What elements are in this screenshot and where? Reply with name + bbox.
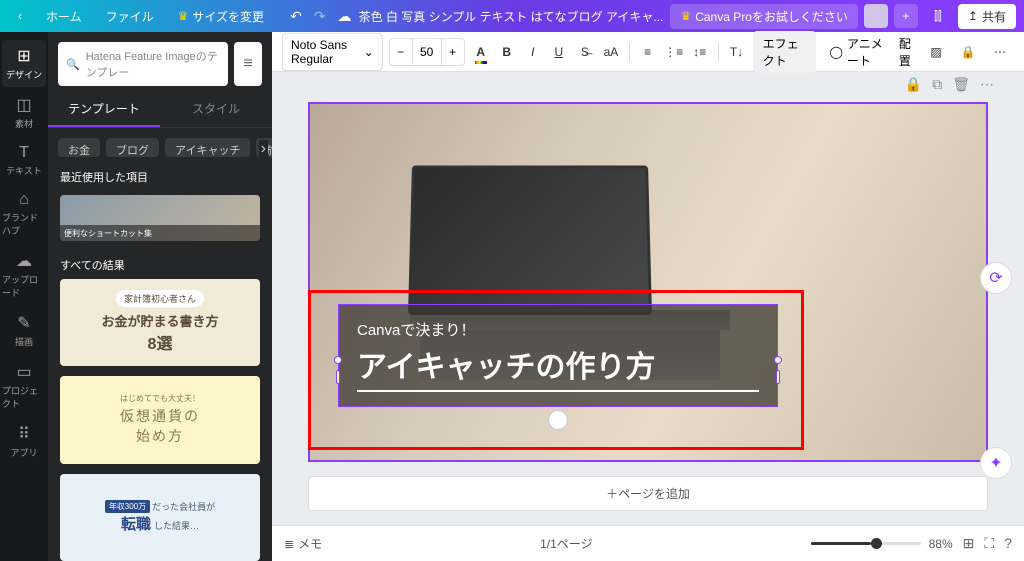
search-input[interactable]: 🔍 Hatena Feature Imageのテンプレー [58,42,228,86]
side-rail: ⊞デザイン◫素材Tテキスト⌂ブランドハブ☁アップロード✎描画▭プロジェクト⠿アプ… [0,32,48,561]
user-avatar[interactable] [864,4,888,28]
template-card[interactable]: 家計簿初心者さん お金が貯まる書き方 8選 [60,279,260,366]
resize-bar-left[interactable] [336,370,340,384]
spacing-button[interactable]: ↕≡ [690,38,710,66]
chip-アイキャッチ[interactable]: アイキャッチ [165,138,250,157]
chip-ブログ[interactable]: ブログ [106,138,159,157]
resize-handle-left[interactable] [334,356,342,364]
italic-button[interactable]: I [523,38,543,66]
text-element[interactable]: Canvaで決まり！ アイキャッチの作り方 ⟳ [338,304,778,407]
position-button[interactable]: 配置 [899,35,916,69]
text-color-button[interactable]: A [471,38,491,66]
template-card[interactable]: はじめてでも大丈夫！ 仮想通貨の 始め方 [60,376,260,463]
rail-アップロード[interactable]: ☁アップロード [2,245,46,305]
font-size-increase[interactable]: + [442,39,464,65]
font-size-decrease[interactable]: − [390,39,412,65]
redo-fab[interactable]: ⟳ [980,262,1012,294]
chip-お金[interactable]: お金 [58,138,100,157]
home-button[interactable]: ホーム [36,4,92,29]
bold-button[interactable]: B [497,38,517,66]
strikethrough-button[interactable]: S̶ [575,38,595,66]
rail-素材[interactable]: ◫素材 [2,89,46,136]
undo-icon[interactable]: ↶ [290,8,302,25]
add-member-button[interactable]: + [894,4,918,28]
page-more-icon[interactable]: ⋯ [980,76,994,93]
templates-panel: 🔍 Hatena Feature Imageのテンプレー ≡ テンプレートスタイ… [48,32,272,561]
analytics-icon[interactable]: ⫿⫿ [924,2,952,30]
zoom-slider[interactable] [811,542,921,545]
font-selector[interactable]: Noto Sans Regular ⌄ [282,33,383,71]
share-button[interactable]: ↥ 共有 [958,4,1016,29]
recent-heading: 最近使用した項目 [48,163,272,191]
fullscreen-icon[interactable]: ⛶ [984,535,994,552]
recent-template[interactable]: 便利なショートカット集 [60,195,260,240]
crown-icon: ♛ [178,9,189,23]
lock-button[interactable]: 🔒 [954,38,982,66]
chips-scroll-right[interactable]: › [259,140,268,158]
rail-ブランドハブ[interactable]: ⌂ブランドハブ [2,185,46,243]
grid-view-icon[interactable]: ⊞ [963,535,975,552]
page-indicator[interactable]: 1/1ページ [322,535,811,552]
text-line-1[interactable]: Canvaで決まり！ [357,319,759,340]
lock-page-icon[interactable]: 🔒 [905,76,922,93]
rail-アプリ[interactable]: ⠿アプリ [2,418,46,465]
text-line-2[interactable]: アイキャッチの作り方 [357,342,759,392]
rail-描画[interactable]: ✎描画 [2,307,46,354]
add-page-button[interactable]: ＋ページを追加 [308,476,988,511]
delete-page-icon[interactable]: 🗑 [952,76,970,93]
back-button[interactable]: ‹ [8,5,32,27]
results-heading: すべての結果 [48,251,272,279]
transparency-button[interactable]: ▨ [922,38,950,66]
rail-デザイン[interactable]: ⊞デザイン [2,40,46,87]
canvas-page[interactable]: Canvaで決まり！ アイキャッチの作り方 ⟳ [308,102,988,462]
rail-プロジェクト[interactable]: ▭プロジェクト [2,356,46,416]
cloud-sync-icon[interactable]: ☁ [338,8,352,25]
animate-button[interactable]: ◯ アニメート [822,31,893,73]
more-button[interactable]: ⋯ [986,38,1014,66]
template-card[interactable]: 年収300万だった会社員が 転職 した結果… [60,474,260,561]
resize-button[interactable]: ♛サイズを変更 [168,4,274,29]
duplicate-page-icon[interactable]: ⧉ [932,76,942,93]
rotate-handle[interactable]: ⟳ [548,410,568,430]
help-icon[interactable]: ? [1004,535,1012,552]
resize-handle-right[interactable] [774,356,782,364]
resize-bar-right[interactable] [776,370,780,384]
magic-fab[interactable]: ✦ [980,447,1012,479]
notes-button[interactable]: ≣ メモ [284,535,322,552]
rail-テキスト[interactable]: Tテキスト [2,138,46,183]
tab-テンプレート[interactable]: テンプレート [48,92,160,127]
try-pro-button[interactable]: ♛Canva Proをお試しください [670,4,857,29]
font-size-input[interactable]: 50 [412,39,442,65]
filter-button[interactable]: ≡ [234,42,262,86]
vertical-text-button[interactable]: T↓ [727,38,747,66]
tab-スタイル[interactable]: スタイル [160,92,272,127]
redo-icon[interactable]: ↷ [314,8,326,25]
underline-button[interactable]: U [549,38,569,66]
crown-icon: ♛ [680,9,691,23]
text-toolbar: Noto Sans Regular ⌄ − 50 + A B I U S̶ aA… [272,32,1024,72]
zoom-value[interactable]: 88% [929,537,953,551]
text-case-button[interactable]: aA [601,38,621,66]
file-menu[interactable]: ファイル [96,4,164,29]
document-title[interactable]: 茶色 白 写真 シンプル テキスト はてなブログ アイキャ... [352,8,671,25]
align-button[interactable]: ≡ [638,38,658,66]
effects-button[interactable]: エフェクト [753,31,816,73]
chevron-down-icon: ⌄ [364,45,374,59]
list-button[interactable]: ⋮≡ [664,38,684,66]
